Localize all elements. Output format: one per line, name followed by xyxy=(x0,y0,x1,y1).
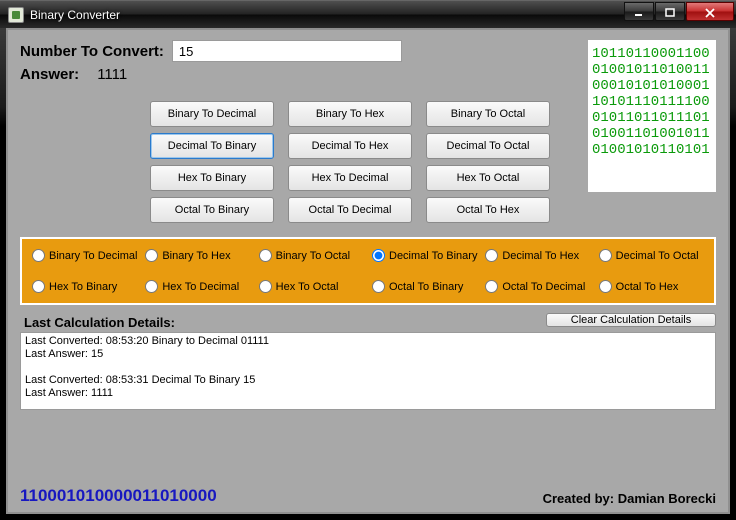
radio-binary-to-octal[interactable]: Binary To Octal xyxy=(259,249,368,262)
answer-value: 1111 xyxy=(97,66,127,83)
convert-button-hex-to-octal[interactable]: Hex To Octal xyxy=(426,165,550,191)
clear-details-button[interactable]: Clear Calculation Details xyxy=(546,313,716,327)
convert-button-decimal-to-hex[interactable]: Decimal To Hex xyxy=(288,133,412,159)
maximize-button[interactable] xyxy=(655,2,685,21)
radio-label: Binary To Hex xyxy=(162,250,230,262)
radio-decimal-to-binary[interactable]: Decimal To Binary xyxy=(372,249,481,262)
answer-label: Answer: xyxy=(20,66,79,83)
radio-octal-to-binary[interactable]: Octal To Binary xyxy=(372,280,481,293)
convert-button-octal-to-hex[interactable]: Octal To Hex xyxy=(426,197,550,223)
window-title: Binary Converter xyxy=(30,8,624,22)
convert-button-octal-to-binary[interactable]: Octal To Binary xyxy=(150,197,274,223)
radio-input[interactable] xyxy=(145,249,158,262)
radio-hex-to-decimal[interactable]: Hex To Decimal xyxy=(145,280,254,293)
convert-button-binary-to-octal[interactable]: Binary To Octal xyxy=(426,101,550,127)
radio-octal-to-decimal[interactable]: Octal To Decimal xyxy=(485,280,594,293)
radio-decimal-to-hex[interactable]: Decimal To Hex xyxy=(485,249,594,262)
radio-label: Decimal To Binary xyxy=(389,250,477,262)
radio-input[interactable] xyxy=(599,249,612,262)
close-button[interactable] xyxy=(686,2,734,21)
radio-label: Binary To Octal xyxy=(276,250,350,262)
radio-octal-to-hex[interactable]: Octal To Hex xyxy=(599,280,708,293)
footer-binary-number: 110001010000011010000 xyxy=(20,486,217,506)
radio-label: Octal To Binary xyxy=(389,281,463,293)
radio-hex-to-octal[interactable]: Hex To Octal xyxy=(259,280,368,293)
convert-button-binary-to-decimal[interactable]: Binary To Decimal xyxy=(150,101,274,127)
radio-label: Hex To Octal xyxy=(276,281,339,293)
number-input[interactable] xyxy=(172,40,402,62)
convert-button-hex-to-decimal[interactable]: Hex To Decimal xyxy=(288,165,412,191)
radio-label: Octal To Decimal xyxy=(502,281,585,293)
radio-binary-to-decimal[interactable]: Binary To Decimal xyxy=(32,249,141,262)
radio-input[interactable] xyxy=(372,280,385,293)
convert-button-hex-to-binary[interactable]: Hex To Binary xyxy=(150,165,274,191)
footer-credit: Created by: Damian Borecki xyxy=(543,491,716,506)
radio-label: Hex To Decimal xyxy=(162,281,239,293)
convert-button-decimal-to-octal[interactable]: Decimal To Octal xyxy=(426,133,550,159)
radio-decimal-to-octal[interactable]: Decimal To Octal xyxy=(599,249,708,262)
convert-button-octal-to-decimal[interactable]: Octal To Decimal xyxy=(288,197,412,223)
title-bar: Binary Converter xyxy=(0,0,736,28)
number-label: Number To Convert: xyxy=(20,43,164,60)
client-area: Number To Convert: Answer: 1111 10110110… xyxy=(0,28,736,520)
conversion-radio-panel: Binary To Decimal Binary To Hex Binary To … xyxy=(20,237,716,305)
radio-input[interactable] xyxy=(485,280,498,293)
radio-label: Decimal To Hex xyxy=(502,250,579,262)
radio-hex-to-binary[interactable]: Hex To Binary xyxy=(32,280,141,293)
app-icon xyxy=(8,7,24,23)
convert-button-binary-to-hex[interactable]: Binary To Hex xyxy=(288,101,412,127)
radio-input[interactable] xyxy=(259,280,272,293)
details-log: Last Converted: 08:53:20 Binary to Decim… xyxy=(20,332,716,410)
radio-input[interactable] xyxy=(259,249,272,262)
radio-binary-to-hex[interactable]: Binary To Hex xyxy=(145,249,254,262)
radio-input[interactable] xyxy=(32,249,45,262)
radio-input[interactable] xyxy=(485,249,498,262)
minimize-button[interactable] xyxy=(624,2,654,21)
radio-input[interactable] xyxy=(372,249,385,262)
convert-button-decimal-to-binary[interactable]: Decimal To Binary xyxy=(150,133,274,159)
radio-label: Decimal To Octal xyxy=(616,250,699,262)
radio-label: Hex To Binary xyxy=(49,281,117,293)
radio-input[interactable] xyxy=(145,280,158,293)
radio-input[interactable] xyxy=(32,280,45,293)
radio-label: Octal To Hex xyxy=(616,281,679,293)
decorative-binary-panel: 10110110001100 01001011010011 0001010101… xyxy=(588,40,716,192)
radio-input[interactable] xyxy=(599,280,612,293)
radio-label: Binary To Decimal xyxy=(49,250,137,262)
